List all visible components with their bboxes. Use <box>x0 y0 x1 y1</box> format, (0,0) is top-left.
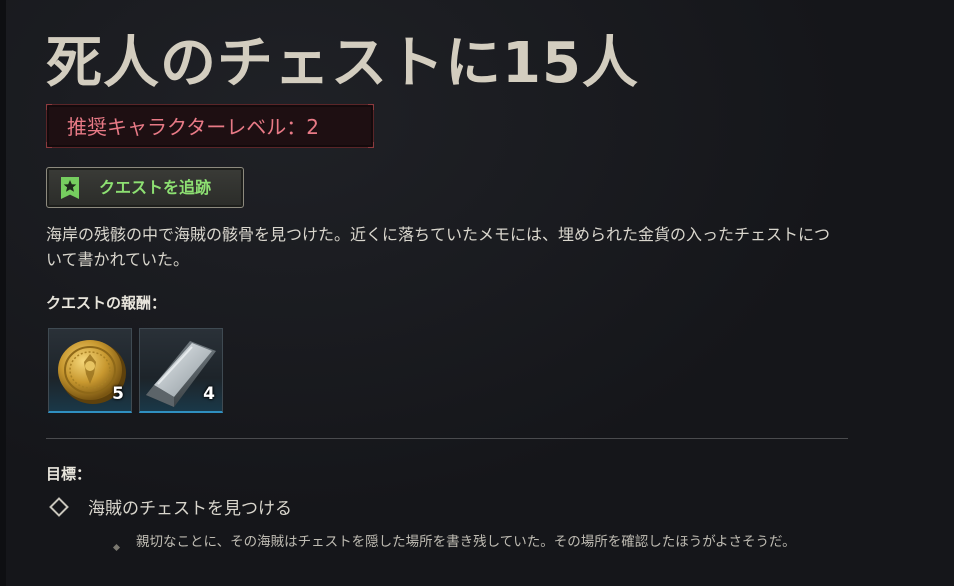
reward-count: 5 <box>112 384 124 404</box>
left-edge-shade <box>0 0 6 586</box>
reward-slot-iron-ingot[interactable]: 4 <box>139 328 223 413</box>
recommended-level-badge: 推奨キャラクターレベル：2 <box>46 104 374 148</box>
bookmark-star-icon <box>61 177 79 199</box>
badge-corner <box>368 104 374 110</box>
recommended-level-text: 推奨キャラクターレベル：2 <box>67 115 319 139</box>
badge-corner <box>46 104 52 110</box>
hint-bullet-icon <box>112 543 121 552</box>
objectives-heading: 目標： <box>46 465 92 483</box>
rewards-heading: クエストの報酬： <box>46 294 167 312</box>
quest-description: 海岸の残骸の中で海賊の骸骨を見つけた。近くに落ちていたメモには、埋められた金貨の… <box>46 225 831 269</box>
reward-count: 4 <box>203 384 215 404</box>
objective-text: 海賊のチェストを見つける <box>88 499 292 519</box>
track-quest-button[interactable]: クエストを追跡 <box>46 167 244 208</box>
quest-title: 死人のチェストに15人 <box>46 31 639 96</box>
diamond-objective-icon <box>49 497 69 517</box>
section-divider <box>46 438 848 439</box>
reward-slot-gold-coin[interactable]: 5 <box>48 328 132 413</box>
track-quest-label: クエストを追跡 <box>99 178 212 197</box>
objective-hint: 親切なことに、その海賊はチェストを隠した場所を書き残していた。その場所を確認した… <box>136 534 796 550</box>
badge-corner <box>368 142 374 148</box>
badge-corner <box>46 142 52 148</box>
